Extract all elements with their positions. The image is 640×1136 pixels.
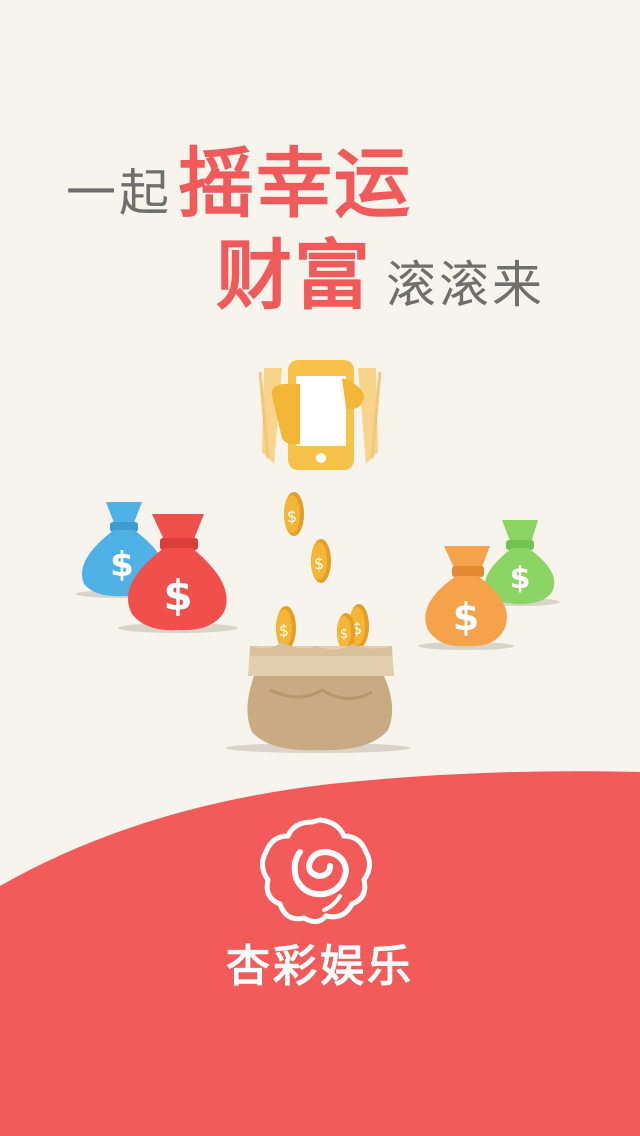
coin-icon: $ [276, 606, 296, 650]
svg-text:$: $ [340, 627, 348, 642]
svg-text:$: $ [163, 571, 192, 620]
coin-icon: $ [311, 539, 331, 583]
svg-text:$: $ [110, 545, 134, 585]
phone-shake-icon [258, 360, 382, 470]
coin-icon: $ [284, 492, 304, 536]
svg-text:$: $ [279, 621, 289, 640]
svg-text:$: $ [453, 595, 479, 639]
svg-text:$: $ [287, 507, 297, 526]
svg-text:$: $ [510, 561, 531, 596]
sack-icon [226, 642, 410, 753]
svg-text:$: $ [314, 554, 324, 573]
brand-name: 杏彩娱乐 [226, 941, 414, 992]
